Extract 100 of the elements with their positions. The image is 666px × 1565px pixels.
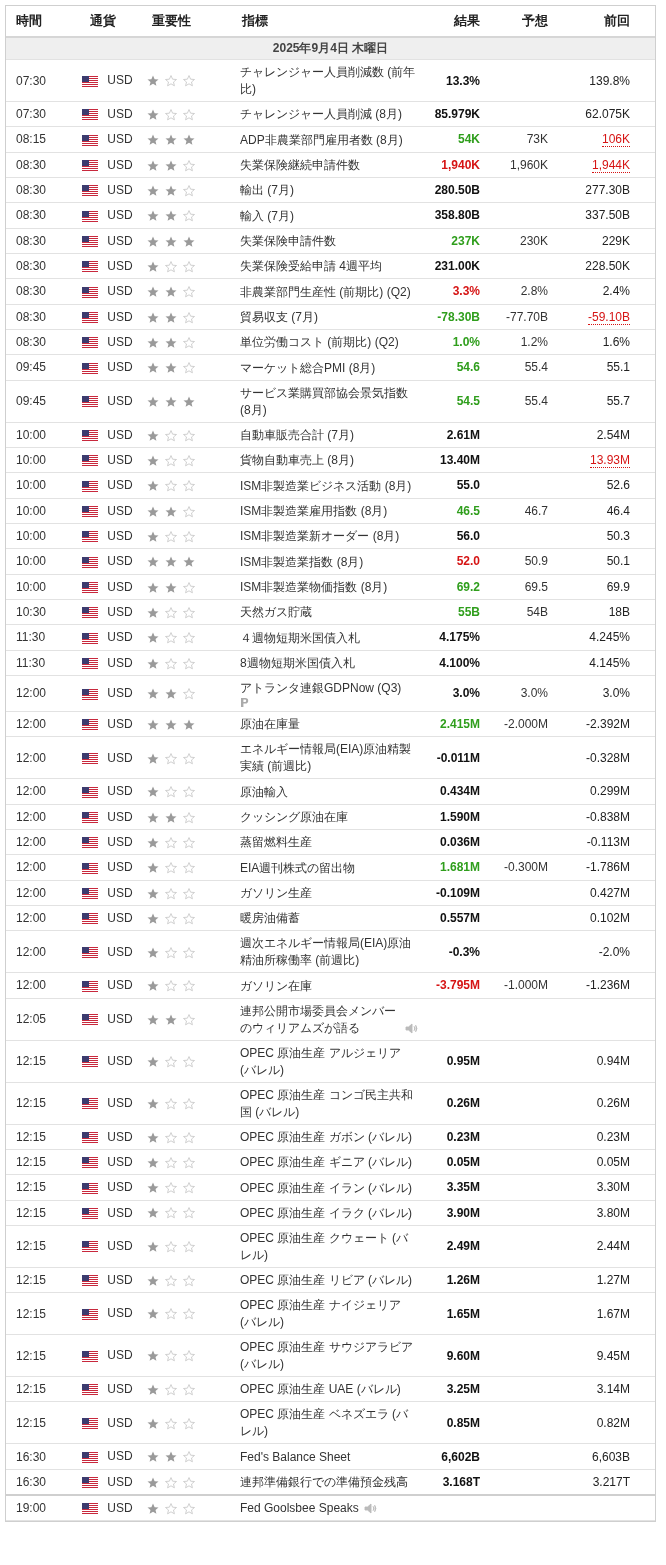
- indicator-name[interactable]: 原油輸入: [240, 783, 288, 801]
- indicator-name[interactable]: 失業保険申請件数: [240, 232, 336, 250]
- indicator-name[interactable]: 天然ガス貯蔵: [240, 604, 312, 622]
- indicator-name[interactable]: OPEC 原油生産 ベネズエラ (バレル): [240, 1406, 418, 1441]
- flag-icon: [82, 1056, 98, 1068]
- indicator-name[interactable]: ISM非製造業物価指数 (8月): [240, 578, 388, 596]
- star-icon: [183, 606, 195, 619]
- indicator-name[interactable]: OPEC 原油生産 アルジェリア (バレル): [240, 1044, 418, 1079]
- previous-value: 0.05M: [596, 1155, 630, 1169]
- flag-icon: [82, 1350, 98, 1362]
- forecast-value: -0.300M: [480, 854, 548, 881]
- indicator-name[interactable]: EIA週刊株式の留出物: [240, 859, 356, 877]
- time-cell: 12:00: [6, 905, 80, 931]
- indicator-name[interactable]: 暖房油備蓄: [240, 910, 300, 928]
- indicator-name[interactable]: 連邦準備銀行での準備預金残高: [240, 1474, 408, 1492]
- indicator-name[interactable]: 輸入 (7月): [240, 207, 294, 225]
- time-cell: 08:30: [6, 177, 80, 203]
- indicator-name[interactable]: 自動車販売合計 (7月): [240, 426, 354, 444]
- indicator-name[interactable]: ガソリン生産: [240, 884, 312, 902]
- indicator-name[interactable]: 原油在庫量: [240, 716, 300, 734]
- time-cell: 12:00: [6, 736, 80, 779]
- star-icon: [183, 311, 195, 324]
- indicator-name[interactable]: Fed's Balance Sheet: [240, 1448, 351, 1466]
- indicator-name[interactable]: ISM非製造業雇用指数 (8月): [240, 502, 388, 520]
- actual-value: 1,940K: [420, 152, 480, 178]
- indicator-name[interactable]: ADP非農業部門雇用者数 (8月): [240, 131, 403, 149]
- star-icon: [183, 184, 195, 197]
- indicator-name[interactable]: OPEC 原油生産 クウェート (バレル): [240, 1229, 418, 1264]
- star-icon: [165, 286, 177, 299]
- indicator-name[interactable]: OPEC 原油生産 ギニア (バレル): [240, 1154, 412, 1172]
- flag-icon: [82, 719, 98, 731]
- indicator-name[interactable]: マーケット総合PMI (8月): [240, 359, 376, 377]
- actual-value: 54.5: [420, 380, 480, 423]
- indicator-name[interactable]: 単位労働コスト (前期比) (Q2): [240, 334, 399, 352]
- star-icon: [147, 336, 159, 349]
- time-cell: 12:15: [6, 1334, 80, 1377]
- indicator-name[interactable]: 失業保険受給申請 4週平均: [240, 258, 382, 276]
- indicator-name[interactable]: OPEC 原油生産 コンゴ民主共和国 (バレル): [240, 1086, 418, 1121]
- indicator-name[interactable]: ガソリン在庫: [240, 977, 312, 995]
- indicator-name[interactable]: 失業保険継続申請件数: [240, 157, 360, 174]
- indicator-name[interactable]: ISM非製造業新オーダー (8月): [240, 528, 400, 546]
- indicator-name[interactable]: 非農業部門生産性 (前期比) (Q2): [240, 283, 411, 301]
- indicator-name[interactable]: OPEC 原油生産 イラク (バレル): [240, 1204, 412, 1222]
- actual-value: 3.3%: [420, 278, 480, 305]
- previous-value: 3.14M: [596, 1382, 630, 1397]
- indicator-name[interactable]: チャレンジャー人員削減数 (前年比): [240, 64, 418, 98]
- indicator-name[interactable]: OPEC 原油生産 ガボン (バレル): [240, 1128, 412, 1146]
- indicator-name[interactable]: チャレンジャー人員削減 (8月): [240, 106, 402, 124]
- indicator-name[interactable]: Fed Goolsbee Speaks: [240, 1500, 359, 1518]
- previous-value[interactable]: -59.10B: [587, 309, 630, 325]
- flag-icon: [82, 505, 98, 517]
- indicator-name[interactable]: OPEC 原油生産 ナイジェリア (バレル): [240, 1297, 418, 1332]
- indicator-name[interactable]: 輸出 (7月): [240, 182, 294, 200]
- previous-value: -0.328M: [585, 750, 630, 765]
- currency-code: USD: [107, 309, 133, 324]
- previous-value: 0.23M: [596, 1129, 630, 1144]
- star-icon: [147, 109, 159, 121]
- indicator-name[interactable]: ISM非製造業指数 (8月): [240, 553, 364, 571]
- indicator-name[interactable]: OPEC 原油生産 リビア (バレル): [240, 1272, 412, 1290]
- indicator-name[interactable]: 週次エネルギー情報局(EIA)原油精油所稼働率 (前週比): [240, 935, 418, 970]
- indicator-name[interactable]: 蒸留燃料生産: [240, 834, 312, 852]
- indicator-name[interactable]: サービス業購買部協会景気指数 (8月): [240, 384, 418, 419]
- actual-value: 3.0%: [420, 675, 480, 712]
- indicator-name[interactable]: ISM非製造業ビジネス活動 (8月): [240, 477, 412, 495]
- time-cell: 12:00: [6, 711, 80, 737]
- star-icon: [183, 836, 195, 849]
- star-icon: [183, 912, 195, 925]
- indicator-name[interactable]: 連邦公開市場委員会メンバーのウィリアムズが語る: [240, 1002, 400, 1037]
- currency-code: USD: [107, 717, 133, 732]
- time-cell: 12:15: [6, 1040, 80, 1082]
- indicator-name[interactable]: OPEC 原油生産 イラン (バレル): [240, 1179, 412, 1197]
- indicator-name[interactable]: クッシング原油在庫: [240, 808, 348, 826]
- previous-value[interactable]: 106K: [601, 132, 630, 148]
- actual-value: 2.49M: [420, 1225, 480, 1268]
- time-cell: 10:00: [6, 523, 80, 549]
- indicator-name[interactable]: アトランタ連銀GDPNow (Q3): [240, 679, 402, 697]
- indicator-name[interactable]: OPEC 原油生産 UAE (バレル): [240, 1381, 401, 1399]
- time-cell: 12:15: [6, 1149, 80, 1175]
- star-icon: [165, 1451, 177, 1464]
- flag-icon: [82, 688, 98, 700]
- indicator-name[interactable]: OPEC 原油生産 サウジアラビア (バレル): [240, 1339, 418, 1374]
- star-icon: [165, 75, 177, 88]
- indicator-name[interactable]: エネルギー情報局(EIA)原油精製実績 (前週比): [240, 741, 418, 776]
- time-cell: 10:00: [6, 498, 80, 524]
- previous-value: -0.113M: [586, 835, 630, 850]
- actual-value: 54.6: [420, 354, 480, 381]
- flag-icon: [82, 786, 98, 798]
- indicator-name[interactable]: 貿易収支 (7月): [240, 308, 318, 326]
- currency-code: USD: [107, 183, 133, 198]
- time-cell: 12:15: [6, 1402, 80, 1444]
- previous-value: 3.80M: [596, 1205, 630, 1220]
- indicator-name[interactable]: ４週物短期米国債入札: [240, 629, 360, 647]
- star-icon: [183, 1241, 195, 1254]
- indicator-name[interactable]: 8週物短期米国債入札: [240, 654, 355, 672]
- previous-value[interactable]: 13.93M: [589, 453, 630, 469]
- indicator-name[interactable]: 貨物自動車売上 (8月): [240, 452, 354, 470]
- currency-code: USD: [107, 860, 133, 875]
- previous-value[interactable]: 1,944K: [591, 157, 630, 173]
- flag-icon: [82, 1503, 98, 1515]
- actual-value: 3.25M: [420, 1376, 480, 1402]
